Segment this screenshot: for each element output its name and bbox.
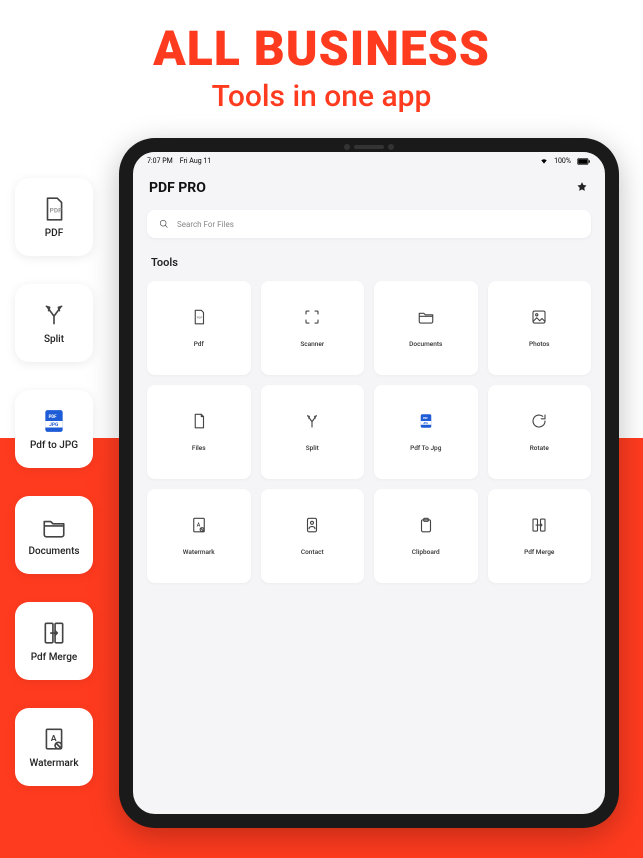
tablet-camera	[344, 144, 394, 150]
folder-icon	[41, 514, 67, 540]
headline: ALL BUSINESS Tools in one app	[0, 0, 643, 114]
tool-watermark[interactable]: A Watermark	[147, 489, 251, 583]
tool-label: Files	[192, 444, 206, 452]
tool-photos[interactable]: Photos	[488, 281, 592, 375]
scanner-icon	[303, 308, 321, 326]
app-title: PDF PRO	[149, 180, 206, 196]
tablet-screen: 7:07 PM Fri Aug 11 100% PDF PRO Search F…	[133, 152, 605, 814]
contact-icon	[303, 516, 321, 534]
side-label: PDF	[45, 228, 63, 239]
tool-label: Contact	[301, 548, 324, 556]
tool-merge[interactable]: Pdf Merge	[488, 489, 592, 583]
pdf-file-icon: PDF	[41, 196, 67, 222]
feature-sidebar: PDF PDF Split PDF JPG Pdf to JPG Document…	[15, 178, 93, 786]
svg-text:PDF: PDF	[50, 206, 62, 214]
tool-label: Pdf	[194, 340, 204, 348]
tool-documents[interactable]: Documents	[374, 281, 478, 375]
tool-label: Clipboard	[412, 548, 440, 556]
headline-subtitle: Tools in one app	[0, 79, 643, 114]
tools-grid: PDF Pdf Scanner Documents Photos Files	[133, 277, 605, 587]
search-input[interactable]: Search For Files	[147, 210, 591, 238]
tool-contact[interactable]: Contact	[261, 489, 365, 583]
tool-label: Documents	[409, 340, 442, 348]
tool-rotate[interactable]: Rotate	[488, 385, 592, 479]
status-bar: 7:07 PM Fri Aug 11 100%	[133, 152, 605, 170]
section-label: Tools	[133, 244, 605, 277]
tool-pdf[interactable]: PDF Pdf	[147, 281, 251, 375]
side-label: Watermark	[29, 758, 78, 769]
tool-files[interactable]: Files	[147, 385, 251, 479]
status-time: 7:07 PM	[147, 157, 173, 165]
side-card-merge: Pdf Merge	[15, 602, 93, 680]
tool-label: Rotate	[530, 444, 549, 452]
side-label: Pdf Merge	[31, 652, 78, 663]
tool-label: Watermark	[183, 548, 215, 556]
pdf-to-jpg-icon: PDFJPG	[417, 412, 435, 430]
clipboard-icon	[417, 516, 435, 534]
side-label: Documents	[28, 546, 79, 557]
merge-icon	[530, 516, 548, 534]
side-label: Pdf to JPG	[30, 440, 78, 451]
tool-clipboard[interactable]: Clipboard	[374, 489, 478, 583]
tool-label: Pdf Merge	[524, 548, 554, 556]
side-card-documents: Documents	[15, 496, 93, 574]
svg-text:PDF: PDF	[423, 416, 428, 420]
wifi-icon	[540, 157, 548, 165]
status-left: 7:07 PM Fri Aug 11	[147, 157, 211, 165]
side-card-pdf: PDF PDF	[15, 178, 93, 256]
svg-text:JPG: JPG	[49, 421, 59, 427]
svg-text:PDF: PDF	[49, 414, 58, 419]
app-header: PDF PRO	[133, 170, 605, 204]
tool-label: Photos	[529, 340, 550, 348]
side-card-split: Split	[15, 284, 93, 362]
pdf-to-jpg-icon: PDF JPG	[41, 408, 67, 434]
tool-label: Pdf To Jpg	[410, 444, 441, 452]
side-label: Split	[44, 334, 64, 345]
svg-text:PDF: PDF	[197, 316, 203, 320]
headline-title: ALL BUSINESS	[0, 20, 643, 77]
tool-label: Split	[306, 444, 319, 452]
folder-icon	[417, 308, 435, 326]
battery-icon	[577, 158, 591, 165]
watermark-icon: A	[41, 726, 67, 752]
status-battery: 100%	[554, 157, 571, 165]
svg-text:JPG: JPG	[423, 421, 428, 425]
tool-scanner[interactable]: Scanner	[261, 281, 365, 375]
tool-label: Scanner	[300, 340, 324, 348]
side-card-pdftojpg: PDF JPG Pdf to JPG	[15, 390, 93, 468]
pdf-file-icon: PDF	[190, 308, 208, 326]
file-icon	[190, 412, 208, 430]
search-placeholder: Search For Files	[177, 220, 234, 229]
settings-icon[interactable]	[575, 181, 589, 195]
split-icon	[303, 412, 321, 430]
tablet-frame: 7:07 PM Fri Aug 11 100% PDF PRO Search F…	[119, 138, 619, 828]
watermark-icon: A	[190, 516, 208, 534]
tool-pdftojpg[interactable]: PDFJPG Pdf To Jpg	[374, 385, 478, 479]
status-right: 100%	[540, 157, 591, 165]
split-icon	[41, 302, 67, 328]
rotate-icon	[530, 412, 548, 430]
tool-split[interactable]: Split	[261, 385, 365, 479]
search-icon	[159, 219, 169, 229]
svg-text:A: A	[197, 523, 201, 529]
photo-icon	[530, 308, 548, 326]
status-date: Fri Aug 11	[180, 157, 212, 165]
merge-icon	[41, 620, 67, 646]
side-card-watermark: A Watermark	[15, 708, 93, 786]
